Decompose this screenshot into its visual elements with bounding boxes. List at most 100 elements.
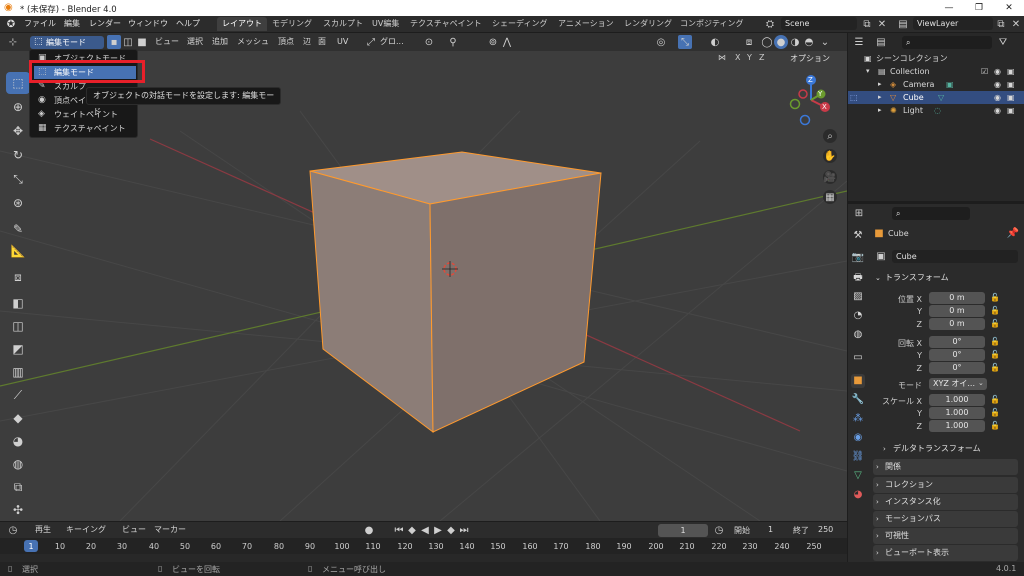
menu-view[interactable]: ビュー <box>122 523 146 537</box>
shading-solid-icon[interactable]: ● <box>774 35 788 49</box>
menu-edge[interactable]: 辺 <box>303 35 311 49</box>
tab-uv-editing[interactable]: UV編集 <box>367 17 404 31</box>
delete-scene-icon[interactable]: ✕ <box>875 17 889 31</box>
auto-key-icon[interactable]: ● <box>362 523 376 537</box>
minimize-button[interactable]: — <box>934 0 964 16</box>
measure-tool-icon[interactable]: 📐 <box>6 240 30 262</box>
viewport-display-section[interactable]: › ビューポート表示 <box>873 545 1018 561</box>
outliner-item-camera[interactable]: ▸ ◈ Camera ▣ ◉ ▣ <box>848 78 1024 91</box>
menu-window[interactable]: ウィンドウ <box>128 18 168 29</box>
shrink-fatten-tool-icon[interactable]: ✣ <box>6 499 30 521</box>
zoom-icon[interactable]: ⌕ <box>823 129 837 143</box>
visibility-section[interactable]: › 可視性 <box>873 528 1018 544</box>
move-tool-icon[interactable]: ✥ <box>6 120 30 142</box>
xray-icon[interactable]: ⧈ <box>742 35 756 49</box>
render-tab-icon[interactable]: 📷 <box>851 251 865 265</box>
mirror-x-toggle[interactable]: X <box>735 53 740 62</box>
falloff-icon[interactable]: ⋀ <box>500 35 514 49</box>
vertex-select-icon[interactable]: ▪ <box>107 35 121 49</box>
tab-sculpt[interactable]: スカルプト <box>318 17 368 31</box>
perspective-grid-icon[interactable]: ▦ <box>823 190 837 204</box>
filter-icon[interactable]: ⛛ <box>996 35 1010 49</box>
cursor-tool-icon[interactable]: ⊕ <box>6 96 30 118</box>
rotation-z-field[interactable]: 0° <box>929 362 985 374</box>
shading-options-icon[interactable]: ⌄ <box>818 35 832 49</box>
menu-add[interactable]: 追加 <box>212 35 228 49</box>
extrude-tool-icon[interactable]: ◧ <box>6 292 30 314</box>
menu-file[interactable]: ファイル <box>24 18 56 29</box>
instancing-section[interactable]: › インスタンス化 <box>873 494 1018 510</box>
pan-hand-icon[interactable]: ✋ <box>823 149 837 163</box>
object-name-field[interactable]: Cube <box>892 250 1018 263</box>
motion-paths-section[interactable]: › モーションパス <box>873 511 1018 527</box>
outliner-search-input[interactable]: ⌕ <box>902 36 992 49</box>
mode-menu-item-weight-paint[interactable]: ◈ ウェイトペイント <box>34 108 136 121</box>
scale-x-field[interactable]: 1.000 <box>929 394 985 406</box>
inset-tool-icon[interactable]: ◫ <box>6 315 30 337</box>
render-camera-icon[interactable]: ▣ <box>1007 91 1015 104</box>
location-x-field[interactable]: 0 m <box>929 292 985 304</box>
collections-section[interactable]: › コレクション <box>873 477 1018 493</box>
display-mode-icon[interactable]: ▤ <box>874 35 888 49</box>
expand-collection-icon[interactable]: ▾ <box>866 65 870 78</box>
transform-orientation-dropdown[interactable]: グロ... <box>380 35 404 49</box>
play-icon[interactable]: ▶ <box>431 523 445 537</box>
timeline-frame-ruler[interactable]: 1 10 20 30 40 50 60 70 80 90 100 110 120… <box>0 538 847 554</box>
menu-uv[interactable]: UV <box>337 35 348 49</box>
particles-tab-icon[interactable]: ⁂ <box>851 412 865 426</box>
lock-icon[interactable]: 🔓 <box>990 319 1000 328</box>
maximize-button[interactable]: ❐ <box>964 0 994 16</box>
transform-tool-icon[interactable]: ⊛ <box>6 192 30 214</box>
tab-rendering[interactable]: レンダリング <box>619 17 677 31</box>
visibility-eye-icon[interactable]: ◉ <box>994 65 1001 78</box>
menu-face[interactable]: 面 <box>318 35 326 49</box>
navigation-gizmo[interactable] <box>785 72 841 128</box>
tab-layout[interactable]: レイアウト <box>217 17 267 31</box>
lock-icon[interactable]: 🔓 <box>990 306 1000 315</box>
snap-icon[interactable]: ⚲ <box>446 35 460 49</box>
lock-icon[interactable]: 🔓 <box>990 363 1000 372</box>
outliner-item-cube[interactable]: ⬚ ▸ ▽ Cube ▽ ◉ ▣ <box>848 91 1024 104</box>
smooth-tool-icon[interactable]: ◍ <box>6 453 30 475</box>
lock-icon[interactable]: 🔓 <box>990 293 1000 302</box>
options-dropdown[interactable]: オプション <box>790 53 830 64</box>
face-select-icon[interactable]: ■ <box>135 35 149 49</box>
scale-tool-icon[interactable]: ⤡ <box>6 168 30 190</box>
preview-range-icon[interactable]: ◷ <box>712 523 726 537</box>
world-tab-icon[interactable]: ◍ <box>851 328 865 342</box>
proportional-edit-icon[interactable]: ⊚ <box>486 35 500 49</box>
tab-animation[interactable]: アニメーション <box>553 17 619 31</box>
tab-modeling[interactable]: モデリング <box>267 17 317 31</box>
rotate-tool-icon[interactable]: ↻ <box>6 144 30 166</box>
start-frame-field[interactable]: 1 <box>768 525 773 534</box>
relations-section[interactable]: › 関係 <box>873 459 1018 475</box>
data-tab-icon[interactable]: ▽ <box>851 469 865 483</box>
view-layer-tab-icon[interactable]: ▨ <box>851 290 865 304</box>
cube-mesh[interactable] <box>309 151 602 434</box>
transform-section-header[interactable]: ⌄ トランスフォーム <box>873 270 1023 286</box>
exclude-checkbox-icon[interactable]: ☑ <box>981 65 988 78</box>
view-layer-icon[interactable]: ▤ <box>896 17 910 31</box>
next-key-icon[interactable]: ◆ <box>444 523 458 537</box>
render-camera-icon[interactable]: ▣ <box>1007 78 1015 91</box>
shading-rendered-icon[interactable]: ◓ <box>802 35 816 49</box>
menu-vertex[interactable]: 頂点 <box>278 35 294 49</box>
lock-icon[interactable]: 🔓 <box>990 337 1000 346</box>
gizmo-toggle-icon[interactable]: ⤡ <box>678 35 692 49</box>
edge-slide-tool-icon[interactable]: ⧉ <box>6 476 30 498</box>
outliner-item-light[interactable]: ▸ ✺ Light ◌ ◉ ▣ <box>848 104 1024 117</box>
close-button[interactable]: ✕ <box>994 0 1024 16</box>
render-camera-icon[interactable]: ▣ <box>1007 104 1015 117</box>
menu-view[interactable]: ビュー <box>155 35 179 49</box>
menu-playback[interactable]: 再生 <box>35 523 51 537</box>
rotation-y-field[interactable]: 0° <box>929 349 985 361</box>
edge-select-icon[interactable]: ◫ <box>121 35 135 49</box>
overlay-icon[interactable]: ◐ <box>708 35 722 49</box>
expand-icon[interactable]: ▸ <box>878 78 882 91</box>
lock-icon[interactable]: 🔓 <box>990 350 1000 359</box>
expand-icon[interactable]: ▸ <box>878 91 882 104</box>
rotation-x-field[interactable]: 0° <box>929 336 985 348</box>
material-tab-icon[interactable]: ◕ <box>851 488 865 502</box>
lock-icon[interactable]: 🔓 <box>990 421 1000 430</box>
lock-icon[interactable]: 🔓 <box>990 395 1000 404</box>
